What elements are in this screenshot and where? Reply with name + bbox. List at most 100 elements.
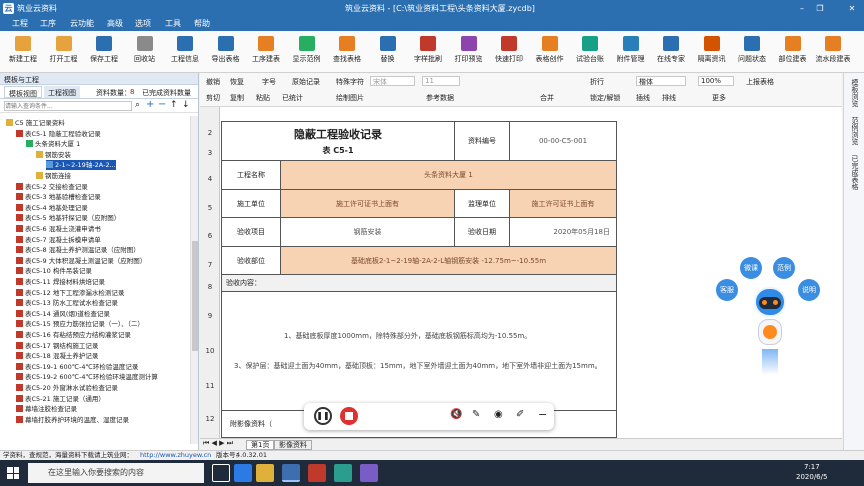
lock-unlock-button[interactable]: 锁定/解锁	[590, 93, 620, 103]
completed-tables-tab[interactable]: 已完成表格	[850, 155, 860, 190]
font-size-button[interactable]: 字号	[262, 77, 276, 87]
remove-icon[interactable]: −	[158, 99, 166, 110]
replace-button[interactable]: 替换	[369, 34, 407, 70]
tree-item[interactable]: 表C5-7 混凝土拆模申请单	[16, 235, 101, 245]
tree-item[interactable]: 表C5-14 通风(烟)道检查记录	[16, 309, 110, 319]
problem-status-button[interactable]: 问题状态	[733, 34, 771, 70]
sheet-tab-page1[interactable]: 第1页	[246, 440, 275, 450]
tree-item[interactable]: 表C5-13 防水工程试水检查记录	[16, 298, 118, 308]
tree-item[interactable]: 钢筋安装	[36, 150, 71, 160]
attachment-manage-button[interactable]: 附件管理	[612, 34, 650, 70]
task-view-icon[interactable]	[212, 464, 230, 482]
tree-item[interactable]: 表C5-20 外窗淋水试验检查记录	[16, 383, 118, 393]
app-icon-4[interactable]	[360, 464, 378, 482]
tree-item[interactable]: 表C5-19-1 600℃-4℃环检验温度记录	[16, 362, 138, 372]
template-browse-tab[interactable]: 模板浏览	[850, 79, 860, 107]
mic-icon[interactable]: ✎	[472, 409, 480, 420]
draw-image-button[interactable]: 绘制图片	[336, 93, 364, 103]
tree-item[interactable]: 表C5-6 混凝土浇灌申请书	[16, 224, 101, 234]
isolation-info-button[interactable]: 隔离资讯	[693, 34, 731, 70]
tree-item[interactable]: 表C5-3 地基验槽检查记录	[16, 192, 101, 202]
search-icon[interactable]: ⌕	[135, 100, 140, 110]
taskbar-search[interactable]: 在这里输入你要搜索的内容	[28, 463, 204, 483]
sheet-nav-icon[interactable]: ⏮ ◀ ▶ ⏭	[203, 439, 233, 448]
tree-item[interactable]: 表C5-12 地下工程渗漏水检测记录	[16, 288, 124, 298]
edge-icon[interactable]	[234, 464, 252, 482]
show-example-button[interactable]: 显示范例	[288, 34, 326, 70]
redo-button[interactable]: 恢复	[230, 77, 244, 87]
search-input[interactable]	[4, 101, 132, 111]
part-build-button[interactable]: 部位建表	[774, 34, 812, 70]
scrollbar-thumb[interactable]	[192, 241, 198, 351]
tree-item[interactable]: 表C5-5 地基钎探记录（应附图）	[16, 213, 120, 223]
copy-button[interactable]: 复制	[230, 93, 244, 103]
recycle-bin-button[interactable]: 回收站	[126, 34, 164, 70]
tree-item[interactable]: 表C5-16 有粘结预应力结构灌浆记录	[16, 330, 131, 340]
tab-template-view[interactable]: 模板视图	[4, 86, 42, 98]
pen-icon[interactable]: ✐	[516, 409, 524, 420]
tree-item[interactable]: 表C5-1 隐蔽工程验收记录	[16, 129, 101, 139]
insert-line-button[interactable]: 插线	[636, 93, 650, 103]
sheet-tab-images[interactable]: 影像资料	[274, 440, 312, 450]
original-record-button[interactable]: 原始记录	[292, 77, 320, 87]
app-icon-3[interactable]	[334, 464, 352, 482]
row-header[interactable]: 4	[200, 175, 220, 183]
process-build-button[interactable]: 工序建表	[247, 34, 285, 70]
font-family-select[interactable]: 宋体	[370, 76, 415, 86]
row-header[interactable]: 3	[200, 149, 220, 157]
tree-item[interactable]: 头条资料大厦 1	[26, 139, 80, 149]
tree-item[interactable]: 表C5-10 构件吊装记录	[16, 266, 92, 276]
move-up-icon[interactable]: ↑	[170, 100, 178, 110]
date-value[interactable]: 2020年05月18日	[509, 217, 617, 247]
stop-icon[interactable]	[340, 407, 358, 425]
assistant-microclass-bubble[interactable]: 微课	[740, 257, 762, 279]
assistant-service-bubble[interactable]: 客服	[716, 279, 738, 301]
cut-button[interactable]: 剪切	[206, 93, 220, 103]
tree-item[interactable]: 表C5-2 交接检查记录	[16, 182, 88, 192]
move-down-icon[interactable]: ↓	[182, 100, 190, 110]
assistant-example-bubble[interactable]: 范例	[773, 257, 795, 279]
part-value[interactable]: 基础底板2-1~2-19轴-2A-2-L轴钢筋安装 -12.75m~-10.55…	[280, 246, 617, 275]
example-browse-tab[interactable]: 范例浏览	[850, 117, 860, 145]
menu-item[interactable]: 工程	[12, 18, 28, 29]
row-header[interactable]: 11	[200, 382, 220, 390]
tree-item[interactable]: 表C5-9 大体积混凝土测温记录（应附图）	[16, 256, 146, 266]
merge-button[interactable]: 合并	[540, 93, 554, 103]
pause-icon[interactable]: ❚❚	[314, 407, 332, 425]
tree-item[interactable]: 钢筋连接	[36, 171, 71, 181]
assistant-help-bubble[interactable]: 说明	[798, 279, 820, 301]
report-table-button[interactable]: 上报表格	[746, 77, 774, 87]
tree-item[interactable]: 表C5-15 预应力筋张拉记录（一）、（二）	[16, 319, 144, 329]
add-icon[interactable]: +	[146, 99, 154, 110]
reference-data-button[interactable]: 参考数据	[426, 93, 454, 103]
special-char-button[interactable]: 特殊字符	[336, 77, 364, 87]
tree-item[interactable]: 幕墙注胶检查记录	[16, 404, 77, 414]
more-button[interactable]: 更多	[712, 93, 726, 103]
row-header[interactable]: 8	[200, 283, 220, 291]
tree-item[interactable]: 幕墙打胶养护环境的温度、湿度记录	[16, 415, 129, 425]
row-header[interactable]: 6	[200, 232, 220, 240]
save-project-button[interactable]: 保存工程	[85, 34, 123, 70]
tree-scrollbar[interactable]	[190, 116, 198, 444]
zoom-select[interactable]: 100%	[698, 76, 734, 86]
tree-item[interactable]: 表C5-21 施工记录（通用）	[16, 394, 105, 404]
supervisor-value[interactable]: 施工许可证书上面有	[509, 189, 617, 218]
mute-icon[interactable]: 🔇	[450, 409, 462, 420]
tree-item[interactable]: 表C5-11 焊接材料烘焙记录	[16, 277, 105, 287]
print-preview-button[interactable]: 打印预览	[450, 34, 488, 70]
tree-item[interactable]: 表C5-4 地基处理记录	[16, 203, 88, 213]
paste-button[interactable]: 粘贴	[256, 93, 270, 103]
content-cell[interactable]: 1、基础底板厚度1000mm，除特殊部分外，基础底板钢筋标高均为-10.55m。…	[221, 291, 617, 411]
row-header[interactable]: 9	[200, 312, 220, 320]
row-header[interactable]: 10	[200, 347, 220, 355]
tree-item[interactable]: C5 施工记录资料	[6, 118, 65, 128]
tree-item[interactable]: 表C5-19-2 600℃-4℃环检验环境温度测计算	[16, 372, 158, 382]
open-project-button[interactable]: 打开工程	[45, 34, 83, 70]
tree-item[interactable]: 2-1~2-19轴-2A-2...	[46, 160, 116, 171]
menu-item[interactable]: 帮助	[194, 18, 210, 29]
minimize-button[interactable]: –	[794, 2, 810, 15]
menu-item[interactable]: 工具	[165, 18, 181, 29]
batch-brush-button[interactable]: 字样批刷	[409, 34, 447, 70]
filter-label[interactable]: 已完成资料数量	[138, 86, 195, 98]
collapse-icon[interactable]: −	[538, 408, 547, 421]
